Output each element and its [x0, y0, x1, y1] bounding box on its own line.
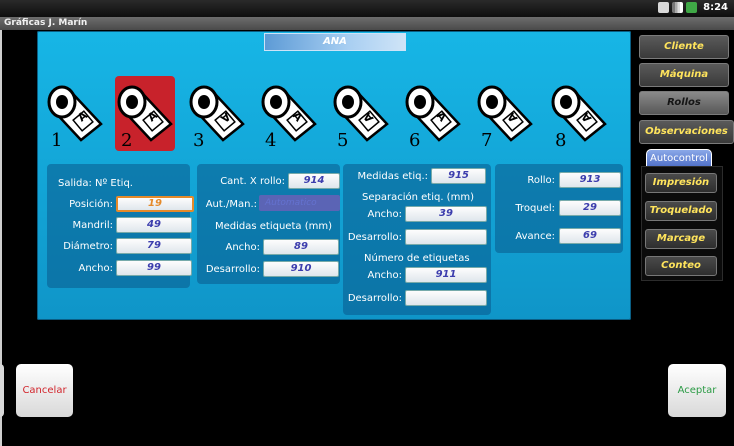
sep-ancho-label: Ancho: [367, 209, 402, 220]
sep-ancho-field[interactable]: 39 [405, 206, 487, 222]
status-bar: 8:24 [0, 0, 734, 18]
cliente-button[interactable]: Cliente [639, 35, 729, 59]
roll-option-1[interactable]: A1 [45, 76, 105, 151]
roll-option-2[interactable]: A2 [115, 76, 175, 151]
roll-number: 1 [51, 130, 63, 151]
roll-number: 7 [481, 130, 493, 151]
sep-desarrollo-label: Desarrollo: [347, 232, 402, 243]
roll-option-4[interactable]: A4 [259, 76, 319, 151]
num-ancho-field[interactable]: 911 [405, 267, 487, 283]
separacion-title: Separación etiq. (mm) [362, 192, 474, 203]
diametro-label: Diámetro: [63, 241, 113, 252]
battery-icon [686, 2, 698, 13]
posicion-label: Posición: [69, 199, 113, 210]
rollo-label: Rollo: [527, 175, 555, 186]
diametro-field[interactable]: 79 [116, 238, 192, 254]
numero-title: Número de etiquetas [364, 253, 470, 264]
mandril-label: Mandril: [72, 220, 113, 231]
ancho-etiqueta-field[interactable]: 89 [263, 239, 339, 255]
posicion-field[interactable]: 19 [116, 196, 194, 212]
autman-select[interactable]: Automatico [259, 195, 340, 211]
roll-number: 6 [409, 130, 421, 151]
roll-number: 5 [337, 130, 349, 151]
desarrollo-etiqueta-label: Desarrollo: [205, 264, 260, 275]
num-desarrollo-field[interactable] [405, 290, 487, 306]
cant-label: Cant. X rollo: [220, 176, 285, 187]
operator-name: ANA [323, 36, 347, 47]
mandril-field[interactable]: 49 [116, 217, 192, 233]
phone-icon [658, 2, 670, 13]
maquina-button[interactable]: Máquina [639, 63, 729, 87]
observaciones-button[interactable]: Observaciones [639, 120, 734, 144]
ancho-field[interactable]: 99 [116, 260, 192, 276]
autocontrol-panel: Impresión Troquelado Marcage Conteo [641, 166, 723, 281]
roll-number: 3 [193, 130, 205, 151]
operator-name-bar: ANA [264, 33, 406, 51]
desarrollo-etiqueta-field[interactable]: 910 [263, 261, 339, 277]
clock: 8:24 [703, 2, 728, 13]
roll-option-3[interactable]: A3 [187, 76, 247, 151]
avance-field[interactable]: 69 [559, 228, 621, 244]
main-panel: ANA A1A2A3A4A5A6A7A8 Salida: Nº Etiq. Po… [37, 31, 631, 320]
troquelado-button[interactable]: Troquelado [645, 201, 717, 221]
roll-option-6[interactable]: A6 [403, 76, 463, 151]
salida-title: Salida: Nº Etiq. [58, 178, 133, 189]
num-ancho-label: Ancho: [367, 270, 402, 281]
roll-option-5[interactable]: A5 [331, 76, 391, 151]
medidas-etiq-field[interactable]: 915 [431, 168, 486, 184]
roll-option-7[interactable]: A7 [475, 76, 535, 151]
marcage-button[interactable]: Marcage [645, 229, 717, 249]
troquel-field[interactable]: 29 [559, 200, 621, 216]
autman-label: Aut./Man.: [205, 199, 257, 210]
medidas-group: Medidas etiq.: 915 Separación etiq. (mm)… [343, 164, 491, 315]
troquel-label: Troquel: [515, 203, 555, 214]
roll-number: 8 [555, 130, 567, 151]
num-desarrollo-label: Desarrollo: [347, 293, 402, 304]
rollo-group: Rollo: 913 Troquel: 29 Avance: 69 [495, 164, 623, 253]
conteo-button[interactable]: Conteo [645, 256, 717, 276]
signal-icon [672, 2, 684, 13]
salida-group: Salida: Nº Etiq. Posición: 19 Mandril: 4… [47, 164, 194, 288]
app-title-bar: Gráficas J. Marín [0, 17, 734, 30]
status-icons: 8:24 [658, 2, 728, 13]
accept-button[interactable]: Aceptar [668, 364, 726, 417]
roll-number: 4 [265, 130, 277, 151]
avance-label: Avance: [515, 231, 555, 242]
roll-number: 2 [121, 130, 133, 151]
impresion-button[interactable]: Impresión [645, 173, 717, 193]
medidas-etiqueta-title: Medidas etiqueta (mm) [215, 221, 332, 232]
app-title: Gráficas J. Marín [4, 18, 88, 28]
roll-option-8[interactable]: A8 [549, 76, 609, 151]
cancel-button[interactable]: Cancelar [16, 364, 73, 417]
medidas-etiq-label: Medidas etiq.: [357, 171, 428, 182]
cantidad-group: Cant. X rollo: 914 Aut./Man.: Automatico… [197, 164, 340, 284]
left-edge-button[interactable] [0, 364, 4, 417]
cant-field[interactable]: 914 [288, 173, 340, 189]
rollos-button[interactable]: Rollos [639, 91, 729, 115]
sep-desarrollo-field[interactable] [405, 229, 487, 245]
ancho-etiqueta-label: Ancho: [225, 242, 260, 253]
ancho-label: Ancho: [78, 263, 113, 274]
rollo-field[interactable]: 913 [559, 172, 621, 188]
